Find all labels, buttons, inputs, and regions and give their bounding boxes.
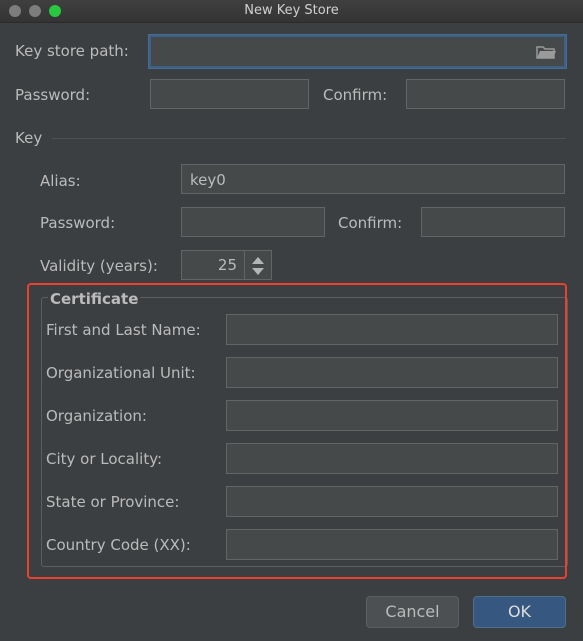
alias-input[interactable]: key0 [181,164,565,194]
keystore-password-field[interactable] [150,79,309,109]
keystore-confirm-field[interactable] [406,79,565,109]
cancel-button[interactable]: Cancel [366,596,459,628]
key-password-label: Password: [40,214,116,232]
key-store-path-input[interactable] [149,35,566,68]
key-section-title: Key [15,129,43,147]
new-key-store-dialog: New Key Store Key store path: Password: … [0,0,583,641]
certificate-highlight-annotation [27,283,567,579]
key-section-divider [52,138,566,139]
key-confirm-field[interactable] [421,207,565,237]
arrow-down-icon[interactable] [252,268,264,275]
ok-button[interactable]: OK [473,596,566,628]
title-bar: New Key Store [0,0,583,23]
spinner-arrows [244,251,271,279]
key-password-field[interactable] [181,207,325,237]
alias-label: Alias: [40,172,81,190]
validity-spinner[interactable]: 25 [181,250,272,280]
alias-value: key0 [190,171,226,189]
keystore-password-label: Password: [15,86,91,104]
validity-value: 25 [217,256,237,274]
window-title: New Key Store [244,3,339,18]
key-store-path-label: Key store path: [15,42,129,60]
arrow-up-icon[interactable] [252,257,264,264]
folder-icon[interactable] [536,45,556,59]
keystore-confirm-label: Confirm: [323,86,388,104]
validity-label: Validity (years): [40,257,158,275]
key-confirm-label: Confirm: [338,214,403,232]
